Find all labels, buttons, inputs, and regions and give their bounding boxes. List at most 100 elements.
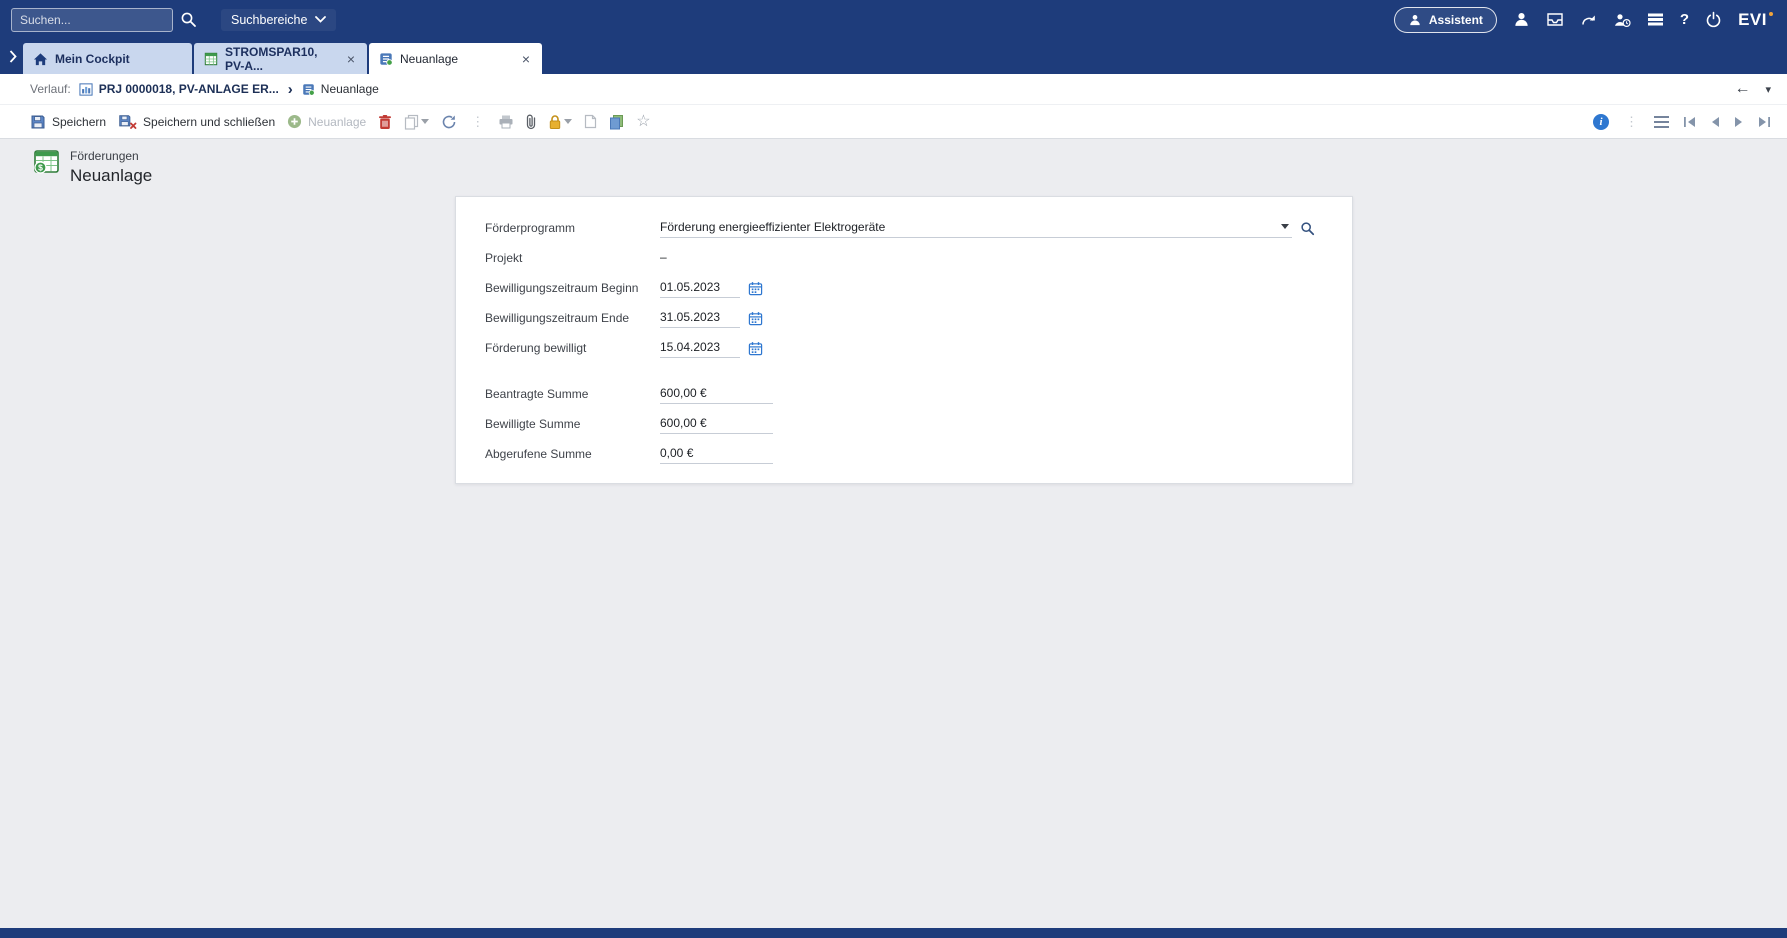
breadcrumb-separator: › <box>287 81 294 98</box>
save-close-label: Speichern und schließen <box>143 115 275 129</box>
field-value: 01.05.2023 <box>660 280 720 294</box>
new-record-label: Neuanlage <box>308 115 366 129</box>
global-search-input[interactable] <box>11 8 173 32</box>
field-value: 600,00 € <box>660 416 707 430</box>
assistant-icon <box>1408 13 1422 27</box>
breadcrumb-prefix: Verlauf: <box>30 82 71 96</box>
form-row-foerderung-bewilligt: Förderung bewilligt 15.04.2023 <box>485 333 1352 363</box>
assistant-button[interactable]: Assistent <box>1394 7 1497 33</box>
field-label: Beantragte Summe <box>485 387 660 401</box>
help-icon[interactable]: ? <box>1680 11 1689 28</box>
plus-circle-icon <box>287 114 302 129</box>
field-value: – <box>660 250 667 264</box>
new-record-button[interactable]: Neuanlage <box>287 114 366 129</box>
bewilligt-date-field[interactable]: 15.04.2023 <box>660 338 740 358</box>
search-icon[interactable] <box>180 11 197 28</box>
refresh-icon[interactable] <box>441 114 457 130</box>
save-floppy-icon <box>30 114 46 130</box>
brand-logo: EVI <box>1738 10 1773 30</box>
form-row-abgerufene-summe: Abgerufene Summe 0,00 € <box>485 439 1352 469</box>
delete-trash-icon[interactable] <box>378 114 392 130</box>
field-label: Bewilligungszeitraum Beginn <box>485 281 660 295</box>
user-clock-icon[interactable] <box>1613 12 1631 28</box>
form-row-projekt: Projekt – <box>485 243 1352 273</box>
calendar-icon[interactable] <box>748 341 763 356</box>
tab-mein-cockpit[interactable]: Mein Cockpit <box>23 43 192 74</box>
field-value: 0,00 € <box>660 446 693 460</box>
list-rows-icon[interactable] <box>1647 12 1664 27</box>
brand-dot-icon <box>1769 12 1773 16</box>
foerderungen-table-icon: $ <box>33 149 60 175</box>
beantragte-summe-field[interactable]: 600,00 € <box>660 384 773 404</box>
save-button[interactable]: Speichern <box>30 114 106 130</box>
spreadsheet-icon <box>204 52 218 66</box>
tab-stromspar[interactable]: STROMSPAR10, PV-A... × <box>194 43 367 74</box>
chevron-down-icon <box>564 119 572 124</box>
toolbar-separator: ⋮ <box>469 114 486 130</box>
tab-neuanlage[interactable]: Neuanlage × <box>369 43 542 74</box>
field-label: Bewilligungszeitraum Ende <box>485 311 660 325</box>
duplicate-record-icon[interactable] <box>609 114 624 130</box>
svg-text:$: $ <box>38 163 43 173</box>
field-label: Projekt <box>485 251 660 265</box>
breadcrumb-item-label: Neuanlage <box>321 82 379 96</box>
calendar-icon[interactable] <box>748 311 763 326</box>
chevron-down-icon[interactable] <box>1281 224 1289 229</box>
print-icon[interactable] <box>498 114 514 129</box>
field-label: Abgerufene Summe <box>485 447 660 461</box>
nav-next-icon[interactable] <box>1734 116 1743 128</box>
chevron-right-icon[interactable] <box>9 50 17 63</box>
brand-text: EVI <box>1738 10 1767 30</box>
lookup-search-icon[interactable] <box>1300 221 1315 236</box>
history-back-icon[interactable]: ← <box>1734 80 1750 98</box>
power-icon[interactable] <box>1705 11 1722 28</box>
chart-icon <box>79 83 93 96</box>
bewilligte-summe-field[interactable]: 600,00 € <box>660 414 773 434</box>
field-value: 600,00 € <box>660 386 707 400</box>
chevron-down-icon[interactable]: ▾ <box>1765 83 1771 96</box>
search-scope-dropdown[interactable]: Suchbereiche <box>221 9 336 31</box>
field-label: Förderprogramm <box>485 221 660 235</box>
field-value: 15.04.2023 <box>660 340 720 354</box>
redo-arrow-icon[interactable] <box>1580 12 1597 27</box>
nav-first-icon[interactable] <box>1683 116 1697 128</box>
tabbar: Mein Cockpit STROMSPAR10, PV-A... × Neua… <box>0 39 1787 74</box>
chevron-down-icon <box>421 119 429 124</box>
field-value: Förderung energieeffizienter Elektrogerä… <box>660 220 885 234</box>
footer-bar <box>0 928 1787 938</box>
beginn-date-field[interactable]: 01.05.2023 <box>660 278 740 298</box>
document-icon[interactable] <box>584 114 597 129</box>
close-icon[interactable]: × <box>520 52 532 66</box>
home-icon <box>33 52 48 66</box>
form-row-beantragte-summe: Beantragte Summe 600,00 € <box>485 379 1352 409</box>
lock-icon[interactable] <box>548 114 572 130</box>
projekt-field[interactable]: – <box>660 248 667 268</box>
form-row-bewilligungszeitraum-beginn: Bewilligungszeitraum Beginn 01.05.2023 <box>485 273 1352 303</box>
copy-icon[interactable] <box>404 114 429 130</box>
foerderprogramm-field[interactable]: Förderung energieeffizienter Elektrogerä… <box>660 218 1292 238</box>
topbar: Suchbereiche Assistent <box>0 0 1787 39</box>
page-context: Förderungen <box>70 149 152 163</box>
user-icon[interactable] <box>1513 11 1530 28</box>
favorite-star-icon[interactable]: ☆ <box>636 114 650 130</box>
nav-last-icon[interactable] <box>1757 116 1771 128</box>
breadcrumb: Verlauf: PRJ 0000018, PV-ANLAGE ER... › … <box>30 81 379 98</box>
nav-prev-icon[interactable] <box>1711 116 1720 128</box>
menu-hamburger-icon[interactable] <box>1654 116 1669 128</box>
abgerufene-summe-field[interactable]: 0,00 € <box>660 444 773 464</box>
tab-strip: Mein Cockpit STROMSPAR10, PV-A... × Neua… <box>23 43 542 74</box>
ende-date-field[interactable]: 31.05.2023 <box>660 308 740 328</box>
inbox-icon[interactable] <box>1546 12 1564 27</box>
save-and-close-button[interactable]: Speichern und schließen <box>118 114 275 130</box>
form-group-spacer <box>485 363 1352 379</box>
calendar-icon[interactable] <box>748 281 763 296</box>
info-icon[interactable]: i <box>1593 114 1609 130</box>
breadcrumb-item-project[interactable]: PRJ 0000018, PV-ANLAGE ER... <box>79 82 279 96</box>
breadcrumb-item-label: PRJ 0000018, PV-ANLAGE ER... <box>99 82 279 96</box>
close-icon[interactable]: × <box>345 52 357 66</box>
attachment-paperclip-icon[interactable] <box>526 114 536 130</box>
form-row-foerderprogramm: Förderprogramm Förderung energieeffizien… <box>485 213 1352 243</box>
save-label: Speichern <box>52 115 106 129</box>
topbar-actions: Assistent ? EVI <box>1394 7 1773 33</box>
page-header: $ Förderungen Neuanlage <box>33 149 152 186</box>
